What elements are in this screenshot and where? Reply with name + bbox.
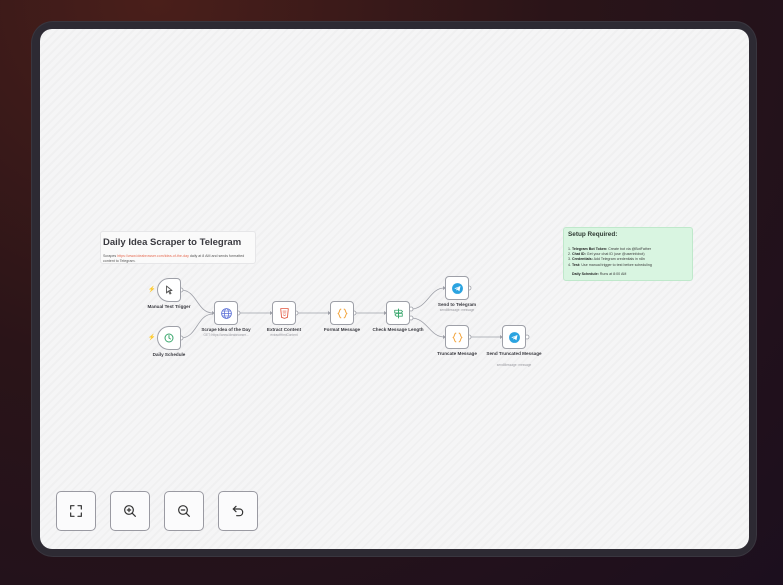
globe-icon bbox=[220, 307, 232, 319]
node-check-length[interactable] bbox=[386, 301, 410, 325]
clock-icon bbox=[164, 333, 174, 343]
reset-zoom-button[interactable] bbox=[218, 491, 258, 531]
cursor-click-icon bbox=[166, 285, 173, 295]
undo-icon bbox=[232, 505, 244, 517]
node-send-telegram[interactable] bbox=[445, 276, 469, 300]
node-daily-schedule[interactable] bbox=[157, 326, 181, 350]
node-extract-html[interactable] bbox=[272, 301, 296, 325]
fullscreen-icon bbox=[70, 505, 82, 517]
fit-view-button[interactable] bbox=[56, 491, 96, 531]
node-subtitle: extractHtmlContent bbox=[270, 333, 298, 337]
workflow-canvas[interactable]: Daily Idea Scraper to Telegram Scrapes h… bbox=[40, 29, 749, 549]
setup-title: Setup Required: bbox=[568, 231, 618, 238]
zoom-in-button[interactable] bbox=[110, 491, 150, 531]
node-subtitle: sendMessage: message bbox=[439, 308, 475, 312]
sticky-note-title[interactable]: Daily Idea Scraper to Telegram Scrapes h… bbox=[100, 231, 256, 264]
zoom-out-button[interactable] bbox=[164, 491, 204, 531]
node-label: Send to Telegram bbox=[437, 302, 477, 307]
telegram-icon bbox=[451, 282, 463, 294]
node-label: Check Message Length bbox=[372, 327, 424, 332]
node-format-message[interactable] bbox=[330, 301, 354, 325]
zoom-out-icon bbox=[178, 505, 190, 517]
node-label: Daily Schedule bbox=[152, 352, 186, 357]
zoom-in-icon bbox=[124, 505, 136, 517]
node-truncate-message[interactable] bbox=[445, 325, 469, 349]
signpost-icon bbox=[393, 308, 403, 318]
trigger-bolt-icon: ⚡ bbox=[148, 287, 156, 293]
node-subtitle: sendMessage: message bbox=[496, 363, 532, 367]
connection-wires bbox=[178, 285, 530, 341]
source-link[interactable]: https://www.ideabrowser.com/idea-of-the-… bbox=[117, 254, 189, 258]
node-label: Manual Test Trigger bbox=[147, 304, 191, 309]
workflow-title: Daily Idea Scraper to Telegram bbox=[103, 237, 242, 248]
sticky-note-setup[interactable]: Setup Required: 1. Telegram Bot Token: C… bbox=[563, 227, 693, 281]
workflow-description: Scrapes https://www.ideabrowser.com/idea… bbox=[103, 254, 245, 263]
trigger-bolt-icon: ⚡ bbox=[148, 335, 156, 341]
node-scrape-http[interactable] bbox=[214, 301, 238, 325]
setup-list: 1. Telegram Bot Token: Create bot via @B… bbox=[568, 247, 692, 268]
code-braces-icon bbox=[336, 308, 348, 318]
schedule-note: Daily Schedule: Runs at 8:00 AM bbox=[572, 272, 627, 276]
code-braces-icon bbox=[451, 332, 463, 342]
setup-item: 4. Test: Use manual trigger to test befo… bbox=[568, 262, 652, 267]
node-label: Send Truncated Message bbox=[486, 351, 542, 356]
node-send-truncated[interactable] bbox=[502, 325, 526, 349]
html-icon bbox=[279, 307, 289, 319]
telegram-icon bbox=[508, 331, 520, 343]
node-manual-trigger[interactable] bbox=[157, 278, 181, 302]
